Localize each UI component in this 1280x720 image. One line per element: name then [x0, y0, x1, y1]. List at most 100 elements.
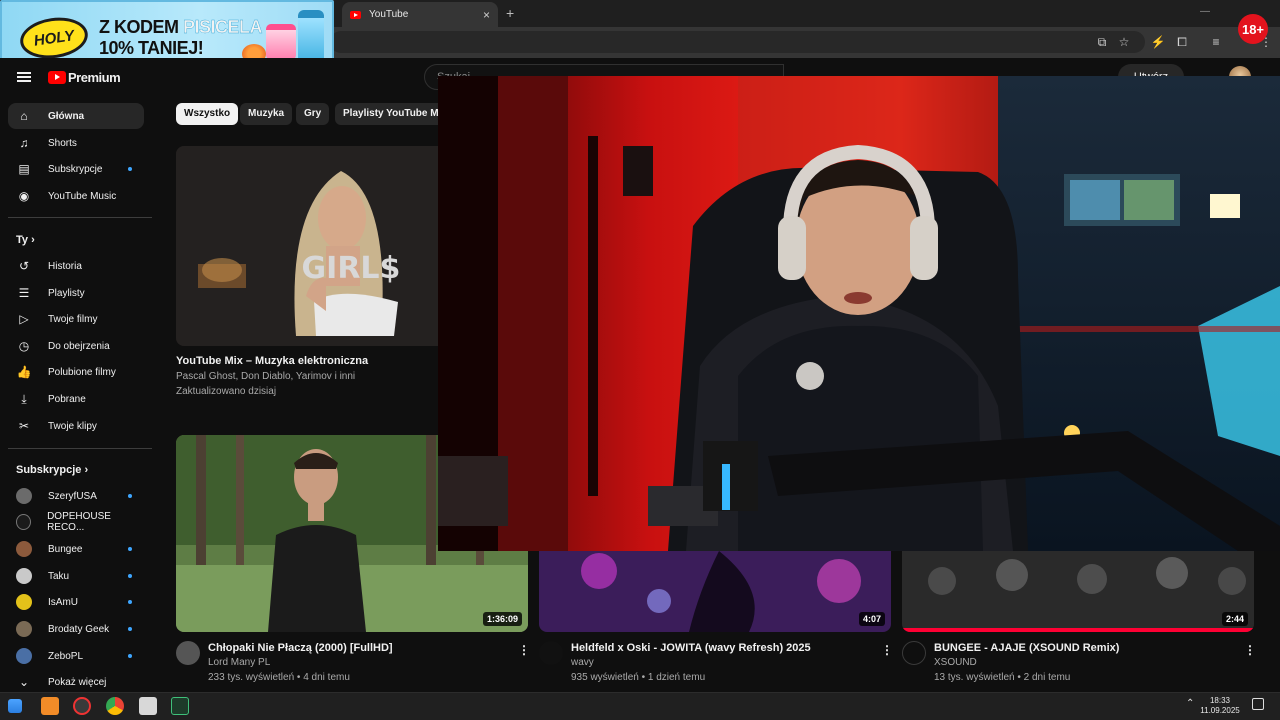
channel-avatar: [16, 594, 32, 610]
you-section-heading[interactable]: Ty ›: [16, 234, 35, 246]
guide-menu-icon[interactable]: [17, 72, 31, 82]
sidebar: ⌂ Główna ♫ Shorts ▤ Subskrypcje ◉ YouTub…: [0, 98, 160, 692]
sidebar-channel-szeryfusa[interactable]: SzeryfUSA: [8, 483, 144, 509]
chevron-right-icon: ›: [84, 464, 89, 476]
video-thumbnail-3[interactable]: 2:44: [902, 551, 1254, 632]
sidebar-item-label: Pokaż więcej: [48, 676, 107, 688]
sidebar-item-playlists[interactable]: ☰ Playlisty: [8, 280, 144, 306]
bookmark-star-icon[interactable]: ☆: [1116, 34, 1132, 50]
youtube-premium-logo[interactable]: Premium: [48, 70, 121, 85]
minimize-button[interactable]: —: [1200, 6, 1210, 17]
channel-avatar: [16, 488, 32, 504]
sidebar-item-home[interactable]: ⌂ Główna: [8, 103, 144, 129]
sidebar-item-clips[interactable]: ✂ Twoje klipy: [8, 413, 144, 439]
sidebar-item-your-videos[interactable]: ▷ Twoje filmy: [8, 306, 144, 332]
shorts-icon: ♫: [19, 136, 29, 150]
sidebar-item-label: Polubione filmy: [48, 366, 116, 378]
extension-icon[interactable]: ⚡: [1150, 34, 1166, 50]
chrome-icon[interactable]: [106, 697, 124, 715]
new-content-dot: [128, 167, 132, 171]
channel-avatar-3[interactable]: [902, 641, 926, 665]
sidebar-item-label: Taku: [48, 570, 70, 582]
sidebar-item-watch-later[interactable]: ◷ Do obejrzenia: [8, 333, 144, 359]
new-content-dot: [128, 627, 132, 631]
subscriptions-icon: ▤: [18, 162, 30, 176]
sidebar-channel-zebopl[interactable]: ZeboPL: [8, 643, 144, 669]
picture-in-picture-player[interactable]: [438, 76, 1280, 551]
extensions-puzzle-icon[interactable]: ⧠: [1174, 34, 1190, 50]
video-stats-1: 233 tys. wyświetleń • 4 dni temu: [208, 672, 350, 683]
sidebar-item-label: Historia: [48, 260, 82, 272]
sidebar-item-youtube-music[interactable]: ◉ YouTube Music: [8, 183, 144, 209]
ad-discount: 10% TANIEJ!: [99, 38, 204, 58]
sidebar-item-label: IsAmU: [48, 596, 78, 608]
new-content-dot: [128, 654, 132, 658]
sidebar-item-label: Twoje filmy: [48, 313, 98, 325]
webcam-video-frame: [438, 76, 1280, 551]
sidebar-item-subscriptions[interactable]: ▤ Subskrypcje: [8, 156, 144, 182]
sidebar-item-label: Brodaty Geek: [48, 623, 110, 635]
video-duration-3: 2:44: [1221, 612, 1248, 626]
taskbar-app-orange-icon[interactable]: [41, 697, 59, 715]
sidebar-item-downloads[interactable]: ⤓ Pobrane: [8, 386, 144, 412]
channel-avatar-1[interactable]: [176, 641, 200, 665]
windows-start-icon[interactable]: [8, 699, 22, 713]
chip-games[interactable]: Gry: [296, 103, 330, 125]
video-thumbnail-2[interactable]: 4:07: [539, 551, 891, 632]
install-app-icon[interactable]: ⧉: [1094, 34, 1110, 50]
sidebar-item-label: Pobrane: [48, 393, 86, 405]
sidebar-channel-isamu[interactable]: IsAmU: [8, 589, 144, 615]
sidebar-channel-taku[interactable]: Taku: [8, 563, 144, 589]
media-control-icon[interactable]: ≡: [1208, 34, 1224, 50]
video-channel-3[interactable]: XSOUND: [934, 657, 977, 668]
new-content-dot: [128, 547, 132, 551]
sidebar-item-label: Shorts: [48, 137, 77, 149]
sidebar-item-liked-videos[interactable]: 👍 Polubione filmy: [8, 359, 144, 385]
chip-all[interactable]: Wszystko: [176, 103, 239, 125]
video-title-3[interactable]: BUNGEE - AJAJE (XSOUND Remix): [934, 642, 1119, 654]
system-clock[interactable]: 18:33 11.09.2025: [1196, 696, 1244, 716]
ad-headline: Z KODEM PISICELA: [99, 17, 263, 38]
video-title-2[interactable]: Heldfeld x Oski - JOWITA (wavy Refresh) …: [571, 642, 811, 654]
new-content-dot: [128, 574, 132, 578]
more-options-icon[interactable]: ⋮: [1244, 643, 1256, 657]
chevron-up-icon[interactable]: ⌃: [1186, 698, 1194, 709]
video-title-1[interactable]: Chłopaki Nie Płaczą (2000) [FullHD]: [208, 642, 393, 654]
chip-youtube-mix[interactable]: Playlisty YouTube Mix: [335, 103, 455, 125]
more-options-icon[interactable]: ⋮: [881, 643, 893, 657]
video-channel-2[interactable]: wavy: [571, 657, 594, 668]
mix-thumbnail[interactable]: GIRL$: [176, 146, 446, 346]
video-duration-1: 1:36:09: [482, 612, 522, 626]
address-bar[interactable]: [330, 31, 1145, 53]
video-stats-3: 13 tys. wyświetleń • 2 dni temu: [934, 672, 1071, 683]
channel-avatar: [16, 568, 32, 584]
sidebar-item-history[interactable]: ↺ Historia: [8, 253, 144, 279]
taskbar-app-files-icon[interactable]: [139, 697, 157, 715]
ad-brand-logo: HOLY: [17, 13, 91, 63]
channel-avatar-2[interactable]: [539, 641, 563, 665]
video-stats-2: 935 wyświetleń • 1 dzień temu: [571, 672, 706, 683]
sidebar-channel-bungee[interactable]: Bungee: [8, 536, 144, 562]
mix-title[interactable]: YouTube Mix – Muzyka elektroniczna: [176, 355, 368, 367]
tab-close-icon[interactable]: ×: [483, 8, 490, 22]
sidebar-item-label: DOPEHOUSE RECO...: [47, 511, 111, 533]
you-heading-text: Ty: [16, 234, 29, 246]
youtube-music-icon: ◉: [18, 189, 30, 203]
notifications-icon[interactable]: [1252, 698, 1264, 710]
video-channel-1[interactable]: Lord Many PL: [208, 657, 270, 668]
sidebar-item-label: Do obejrzenia: [48, 340, 110, 352]
sidebar-item-shorts[interactable]: ♫ Shorts: [8, 130, 144, 156]
subscriptions-section-heading[interactable]: Subskrypcje ›: [16, 464, 88, 476]
taskbar-app-recorder-icon[interactable]: [73, 697, 91, 715]
taskbar-app-terminal-icon[interactable]: [171, 697, 189, 715]
browser-tab-youtube[interactable]: YouTube ×: [342, 2, 498, 27]
youtube-logo-icon: [48, 71, 66, 84]
new-tab-button[interactable]: +: [506, 5, 514, 21]
sidebar-channel-brodaty-geek[interactable]: Brodaty Geek: [8, 616, 144, 642]
sidebar-channel-dopehouse[interactable]: DOPEHOUSE RECO...: [8, 509, 144, 535]
chip-music[interactable]: Muzyka: [240, 103, 293, 125]
history-icon: ↺: [18, 259, 30, 273]
more-options-icon[interactable]: ⋮: [518, 643, 530, 657]
age-rating-badge: 18+: [1238, 14, 1268, 44]
ad-product-jar-image: [266, 24, 296, 60]
